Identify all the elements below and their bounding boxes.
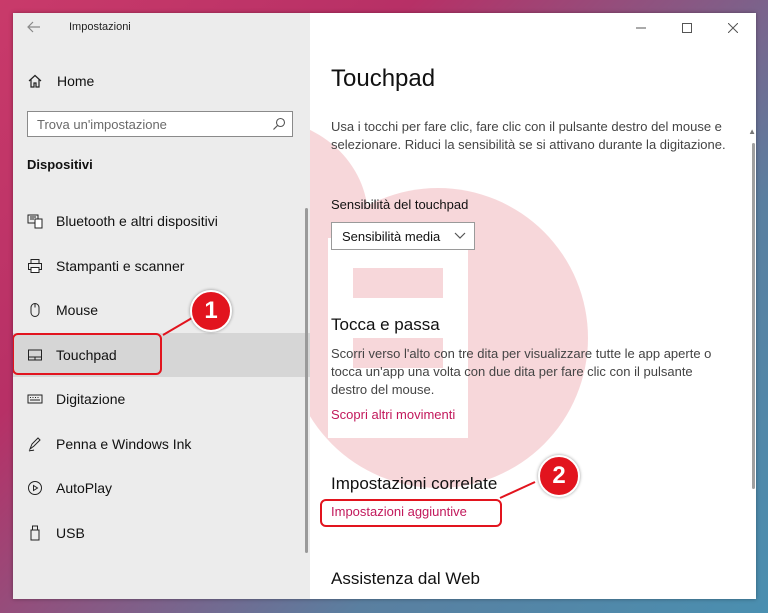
annotation-badge-1: 1: [190, 290, 232, 332]
annotation-badge-2: 2: [538, 455, 580, 497]
annotation-lines: [162, 317, 536, 499]
